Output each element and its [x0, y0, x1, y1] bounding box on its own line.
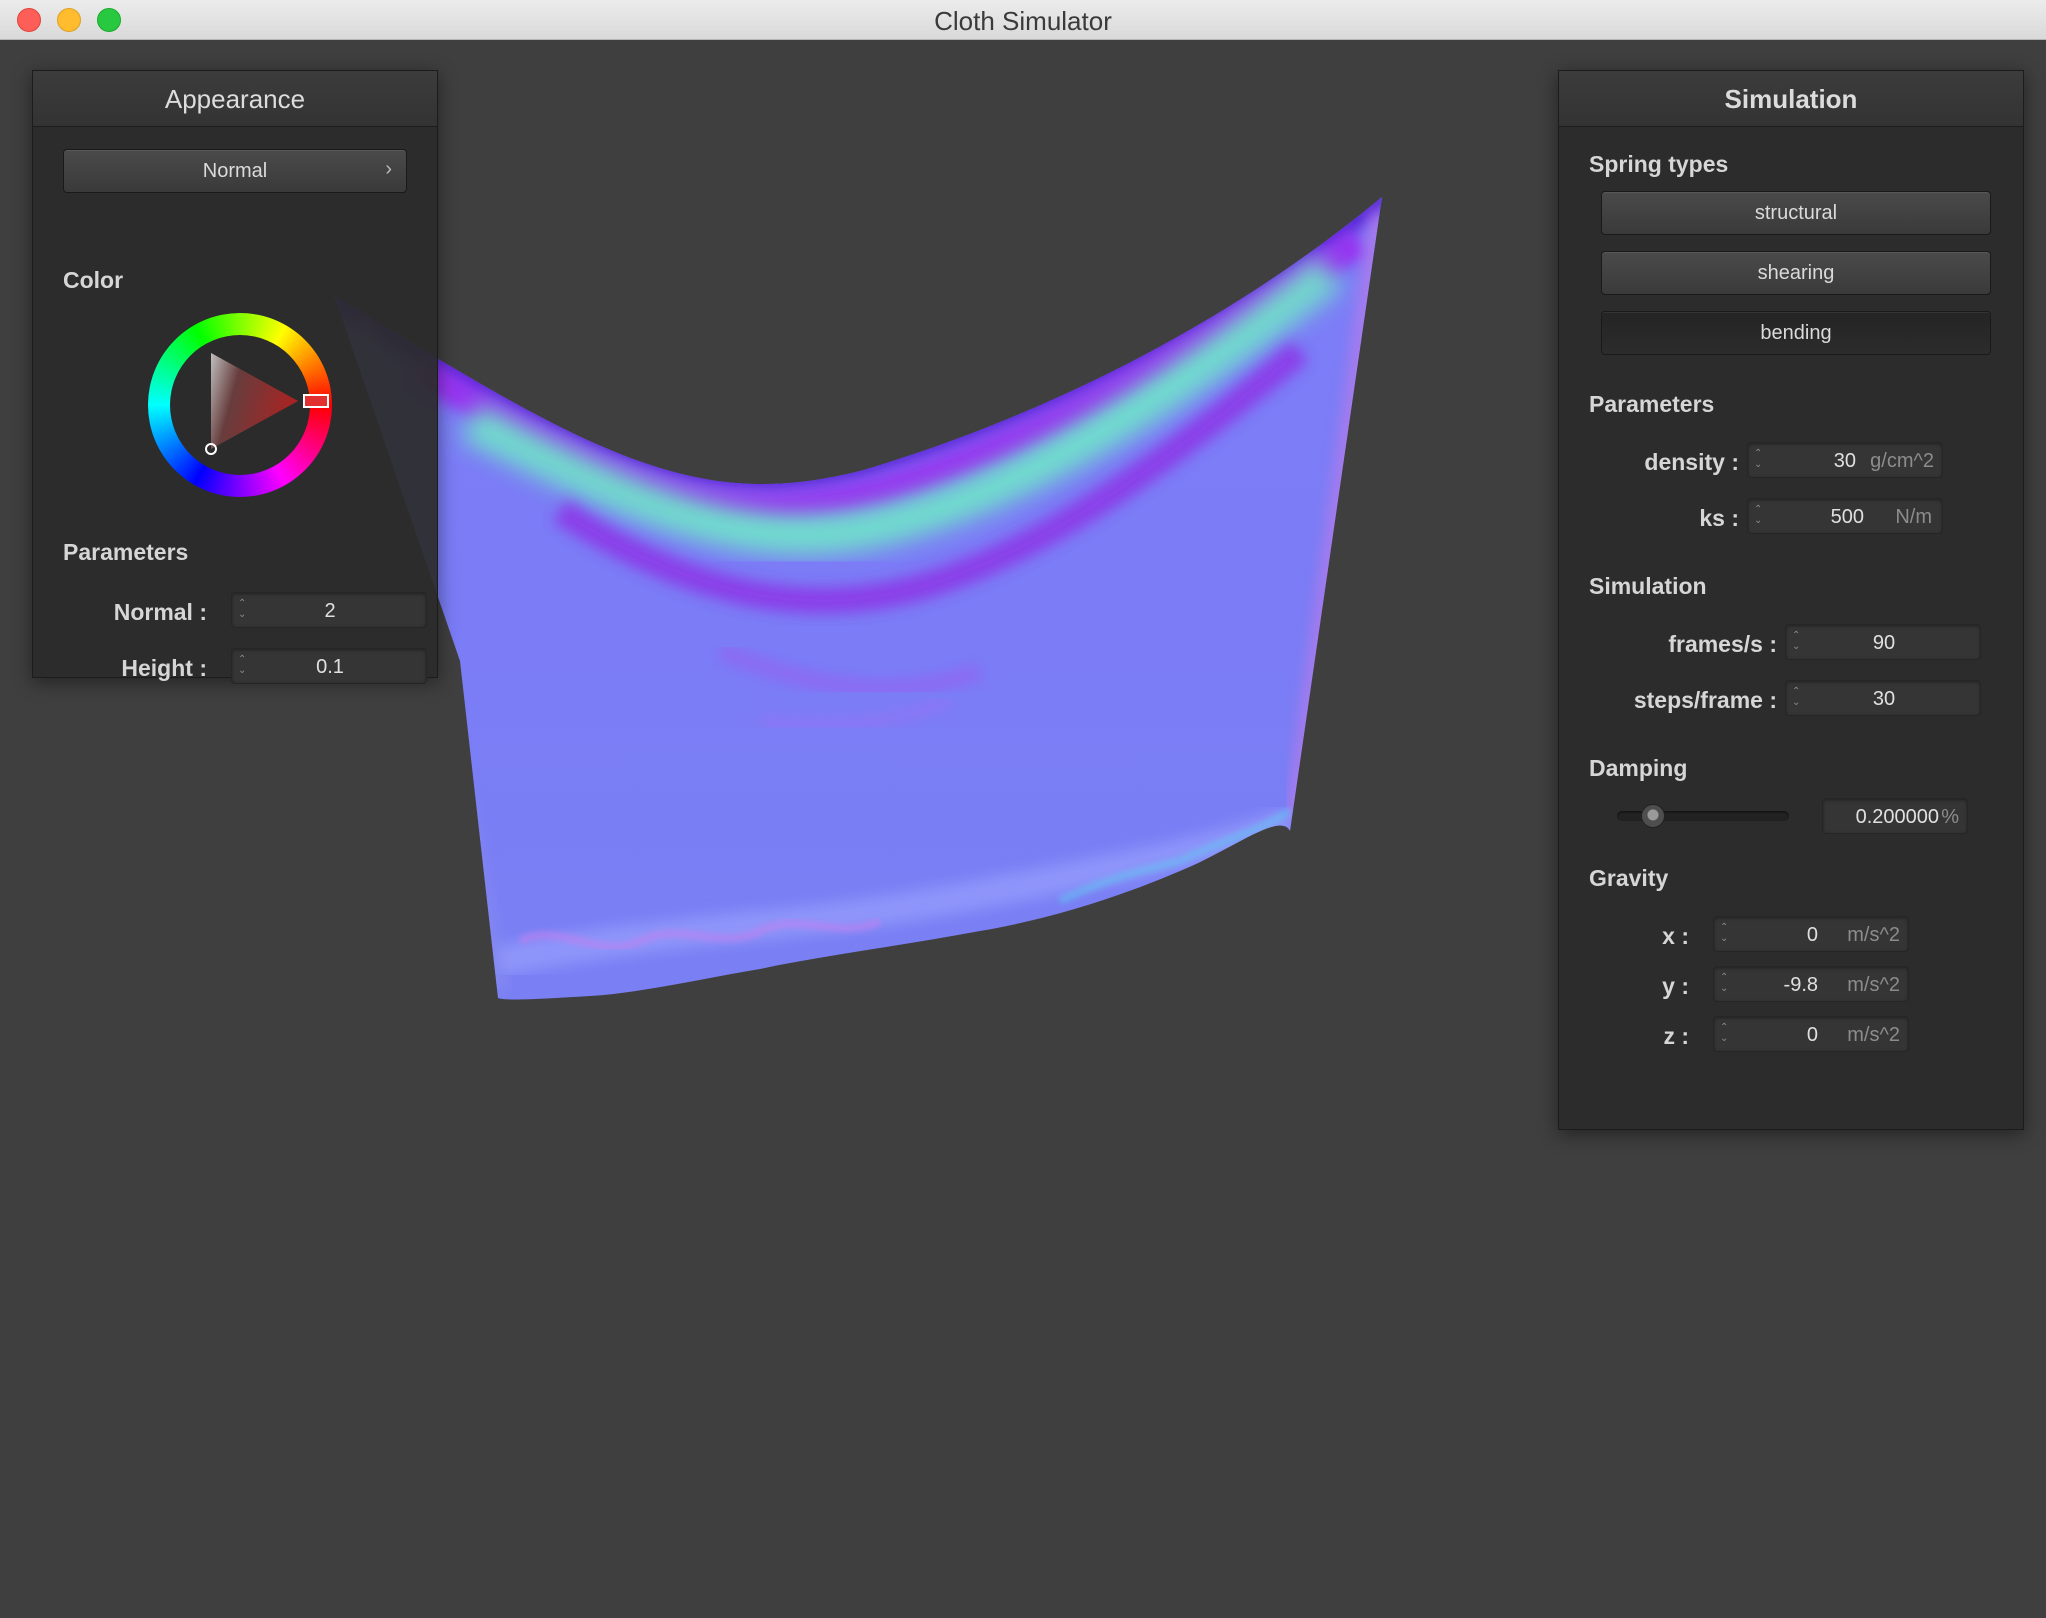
normal-value: 2 — [324, 600, 336, 622]
shader-dropdown-value: Normal — [202, 160, 268, 182]
shader-dropdown[interactable]: Normal › — [63, 149, 407, 193]
damping-slider-handle[interactable] — [1641, 804, 1665, 828]
frames-per-second-input[interactable]: ⌃ ⌄ 90 — [1785, 624, 1981, 660]
frames-per-second-value: 90 — [1872, 632, 1896, 654]
stepper-icon[interactable]: ⌃ ⌄ — [1754, 448, 1764, 472]
chevron-right-icon: › — [385, 158, 392, 180]
bending-label: bending — [1760, 322, 1832, 344]
frames-per-second-label: frames/s : — [1668, 631, 1777, 657]
gravity-label: Gravity — [1589, 865, 1669, 891]
color-wheel-icon[interactable] — [148, 313, 332, 497]
steps-per-frame-input[interactable]: ⌃ ⌄ 30 — [1785, 680, 1981, 716]
shearing-spring-button[interactable]: shearing — [1601, 251, 1991, 295]
density-value: 30 — [1833, 450, 1856, 472]
appearance-panel-title: Appearance — [33, 71, 437, 127]
gravity-y-value: -9.8 — [1783, 974, 1818, 996]
stepper-icon[interactable]: ⌃ ⌄ — [1720, 1022, 1730, 1046]
height-value: 0.1 — [316, 656, 344, 678]
ks-unit: N/m — [1895, 506, 1932, 528]
steps-per-frame-value: 30 — [1872, 688, 1896, 710]
damping-unit: % — [1941, 806, 1959, 828]
steps-per-frame-label: steps/frame : — [1633, 687, 1777, 713]
structural-label: structural — [1754, 202, 1838, 224]
ks-input[interactable]: ⌃ ⌄ 500 N/m — [1747, 498, 1943, 534]
density-unit: g/cm^2 — [1870, 450, 1934, 472]
simulation-panel: Simulation Spring types structural shear… — [1558, 70, 2024, 1130]
height-label: Height : — [121, 655, 207, 681]
appearance-parameters-label: Parameters — [63, 539, 189, 565]
damping-label: Damping — [1589, 755, 1688, 781]
window-title: Cloth Simulator — [934, 6, 1112, 36]
appearance-panel: Appearance Normal › Color Parameters Nor… — [32, 70, 438, 684]
gravity-x-value: 0 — [1806, 924, 1818, 946]
gravity-y-input[interactable]: ⌃ ⌄ -9.8 m/s^2 — [1713, 966, 1909, 1002]
color-label: Color — [63, 267, 124, 293]
gravity-x-unit: m/s^2 — [1847, 924, 1900, 946]
structural-spring-button[interactable]: structural — [1601, 191, 1991, 235]
hue-selector-handle[interactable] — [303, 394, 329, 408]
3d-viewport[interactable]: Appearance Normal › Color Parameters Nor… — [0, 41, 2046, 1618]
damping-value: 0.200000 — [1855, 806, 1939, 828]
gravity-x-label: x : — [1662, 923, 1689, 949]
simulation-panel-title: Simulation — [1559, 71, 2023, 127]
normal-input[interactable]: ⌃ ⌄ 2 — [231, 592, 427, 628]
ks-value: 500 — [1830, 506, 1864, 528]
gravity-z-unit: m/s^2 — [1847, 1024, 1900, 1046]
title-bar: Cloth Simulator — [0, 0, 2046, 40]
density-label: density : — [1644, 449, 1739, 475]
damping-slider[interactable] — [1617, 804, 1789, 828]
gravity-z-value: 0 — [1806, 1024, 1818, 1046]
density-input[interactable]: ⌃ ⌄ 30 g/cm^2 — [1747, 442, 1943, 478]
damping-input[interactable]: 0.200000 % — [1822, 798, 1968, 834]
gravity-x-input[interactable]: ⌃ ⌄ 0 m/s^2 — [1713, 916, 1909, 952]
gravity-y-label: y : — [1662, 973, 1689, 999]
bending-spring-button[interactable]: bending — [1601, 311, 1991, 355]
simulation-parameters-label: Parameters — [1589, 391, 1715, 417]
gravity-z-label: z : — [1663, 1023, 1689, 1049]
normal-label: Normal : — [113, 599, 207, 625]
ks-label: ks : — [1699, 505, 1739, 531]
spring-types-label: Spring types — [1589, 151, 1729, 177]
gravity-y-unit: m/s^2 — [1847, 974, 1900, 996]
simulation-section-label: Simulation — [1589, 573, 1707, 599]
stepper-icon[interactable]: ⌃ ⌄ — [1754, 504, 1764, 528]
stepper-icon[interactable]: ⌃ ⌄ — [1720, 972, 1730, 996]
shearing-label: shearing — [1757, 262, 1835, 284]
height-input[interactable]: ⌃ ⌄ 0.1 — [231, 648, 427, 684]
stepper-icon[interactable]: ⌃ ⌄ — [1720, 922, 1730, 946]
gravity-z-input[interactable]: ⌃ ⌄ 0 m/s^2 — [1713, 1016, 1909, 1052]
